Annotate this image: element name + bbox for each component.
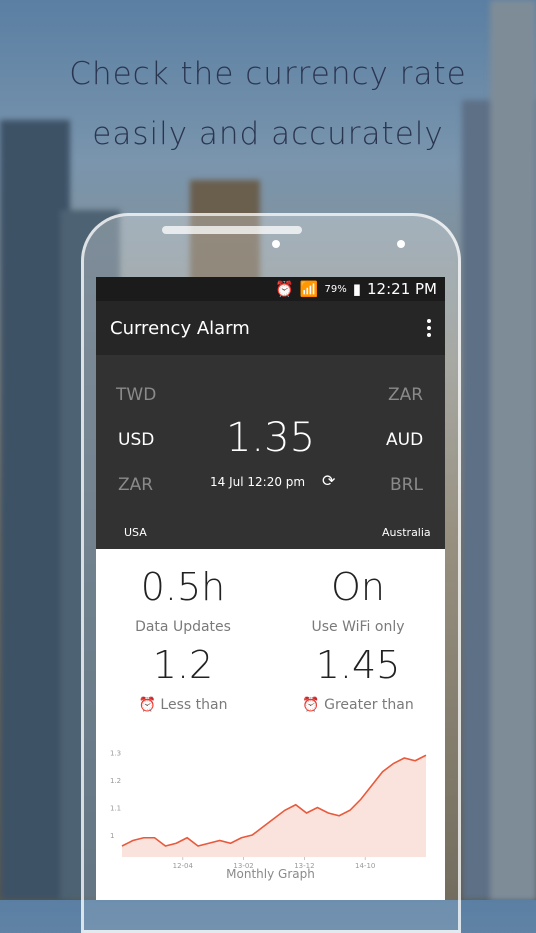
overflow-menu-icon[interactable] (427, 319, 431, 337)
high-alarm-label: Greater than (324, 697, 414, 713)
currency-selector-panel: TWD USD ZAR ZAR AUD BRL 1.35 14 Jul 12:2… (96, 355, 445, 549)
wifi-only-value[interactable]: On (271, 565, 445, 609)
base-currency-next[interactable]: ZAR (118, 475, 153, 495)
low-alarm-caption: ⏰ Less than (96, 697, 270, 713)
settings-summary: 0.5h Data Updates On Use WiFi only 1.2 ⏰… (96, 549, 445, 729)
alarm-clock-icon: ⏰ (138, 697, 156, 713)
high-alarm-caption: ⏰ Greater than (271, 697, 445, 713)
update-interval-label: Data Updates (135, 619, 231, 635)
target-country-label: Australia (382, 526, 431, 539)
promo-headline-line1: Check the currency rate (69, 56, 467, 92)
promo-headline-line2: easily and accurately (92, 116, 444, 152)
battery-icon: ▮ (352, 280, 362, 298)
alarm-clock-icon: ⏰ (302, 697, 320, 713)
phone-speaker (162, 226, 302, 234)
refresh-icon[interactable]: ⟳ (322, 471, 335, 490)
wifi-icon: 📶 (299, 280, 319, 298)
app-screen: ⏰ 📶 79% ▮ 12:21 PM Currency Alarm TWD US… (96, 277, 445, 900)
app-bar: Currency Alarm (96, 301, 445, 355)
target-currency-next[interactable]: BRL (390, 475, 423, 495)
monthly-rate-chart: 1.31.21.1112-04 13-02 13-12 14-10 (110, 750, 427, 870)
chart-title: Monthly Graph (226, 867, 315, 881)
chart-area-fill (122, 755, 426, 857)
wifi-only-label: Use WiFi only (311, 619, 405, 635)
rate-timestamp: 14 Jul 12:20 pm (210, 475, 306, 489)
chart-ytick-label: 1.3 (110, 750, 121, 758)
app-title: Currency Alarm (110, 317, 250, 339)
status-bar: ⏰ 📶 79% ▮ 12:21 PM (96, 277, 445, 301)
high-alarm-value[interactable]: 1.45 (271, 643, 445, 687)
battery-percent: 79% (324, 283, 347, 295)
exchange-rate-value: 1.35 (225, 415, 316, 461)
chart-ytick-label: 1.1 (110, 805, 121, 813)
alarm-icon: ⏰ (275, 280, 294, 298)
phone-camera (397, 240, 405, 248)
update-interval-value[interactable]: 0.5h (96, 565, 270, 609)
phone-sensor (272, 240, 280, 248)
chart-ytick-label: 1 (110, 832, 114, 840)
low-alarm-value[interactable]: 1.2 (96, 643, 270, 687)
base-country-label: USA (124, 526, 147, 539)
low-alarm-label: Less than (160, 697, 228, 713)
target-currency-prev[interactable]: ZAR (388, 385, 423, 405)
base-currency-prev[interactable]: TWD (116, 385, 156, 405)
chart-ytick-label: 1.2 (110, 777, 121, 785)
clock: 12:21 PM (367, 280, 437, 298)
